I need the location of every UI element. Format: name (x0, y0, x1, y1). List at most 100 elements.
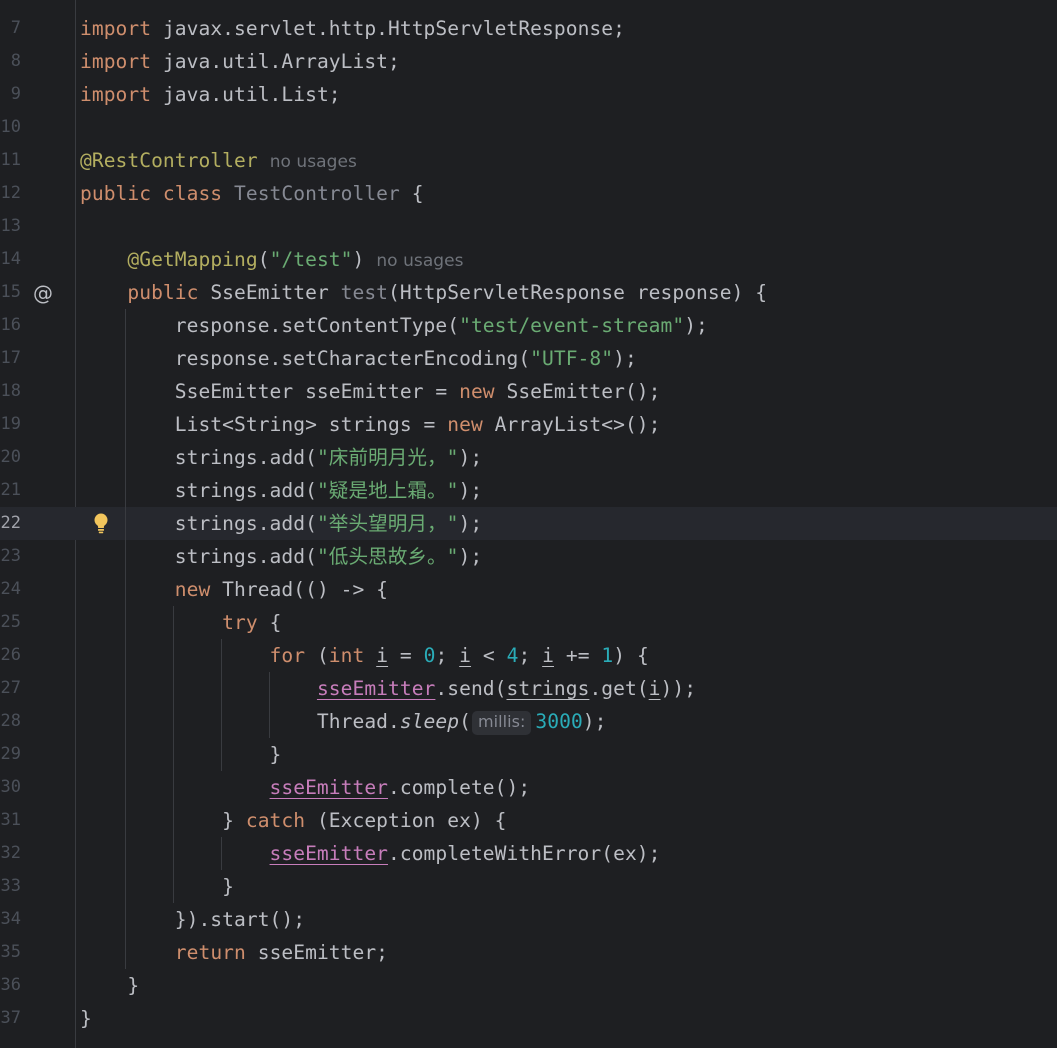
string-token: " (316, 479, 329, 502)
code-line[interactable]: 35 return sseEmitter; (0, 936, 1057, 969)
code-line[interactable]: 25 try { (0, 606, 1057, 639)
annotation-token: @GetMapping (127, 248, 258, 271)
keyword-token: int (328, 644, 365, 667)
code-line[interactable]: 36 } (0, 969, 1057, 1002)
code-line[interactable]: 33 } (0, 870, 1057, 903)
code-text: for (int i = 0; i < 4; i += 1) { (80, 639, 649, 672)
code-token: += (554, 644, 602, 667)
code-token: strings (506, 677, 590, 700)
keyword-token: public (127, 281, 211, 304)
code-line[interactable]: 23 strings.add("低头思故乡。"); (0, 540, 1057, 573)
code-text: }).start(); (80, 903, 305, 936)
code-token: response.setCharacterEncoding( (80, 347, 531, 370)
code-text: SseEmitter sseEmitter = new SseEmitter()… (80, 375, 661, 408)
code-line[interactable]: 15 public SseEmitter test(HttpServletRes… (0, 276, 1057, 309)
code-line[interactable]: 34 }).start(); (0, 903, 1057, 936)
indent-guide (173, 606, 174, 903)
code-line[interactable]: 8 import java.util.ArrayList; (0, 45, 1057, 78)
code-line[interactable]: 16 response.setContentType("test/event-s… (0, 309, 1057, 342)
code-token: SseEmitter(); (494, 380, 661, 403)
code-line[interactable]: 30 sseEmitter.complete(); (0, 771, 1057, 804)
code-line[interactable]: 22 strings.add("举头望明月，"); (0, 507, 1057, 540)
string-token: "UTF-8" (530, 347, 614, 370)
line-number: 8 (10, 51, 21, 71)
code-line[interactable]: 32 sseEmitter.completeWithError(ex); (0, 837, 1057, 870)
line-number: 35 (0, 942, 21, 962)
line-number: 16 (0, 315, 21, 335)
code-line[interactable]: 24 new Thread(() -> { (0, 573, 1057, 606)
code-line[interactable]: 31 } catch (Exception ex) { (0, 804, 1057, 837)
lightbulb-icon[interactable] (89, 511, 113, 535)
code-text: Thread.sleep(millis: 3000); (80, 705, 607, 738)
code-line[interactable]: 7 import javax.servlet.http.HttpServletRe… (0, 12, 1057, 45)
usages-inlay-hint: no usages (376, 251, 464, 271)
code-line[interactable]: 17 response.setCharacterEncoding("UTF-8"… (0, 342, 1057, 375)
code-line[interactable]: 10 (0, 111, 1057, 144)
code-text: public class TestController { (80, 177, 424, 210)
code-token: ( (305, 644, 329, 667)
indent-guide (269, 672, 270, 738)
code-line[interactable]: 11 @RestController no usages (0, 144, 1057, 177)
code-editor[interactable]: 7 import javax.servlet.http.HttpServletRe… (0, 0, 1057, 1048)
code-token: strings.add( (80, 545, 317, 568)
code-text: strings.add("床前明月光，"); (80, 441, 482, 474)
code-text: strings.add("疑是地上霜。"); (80, 474, 482, 507)
line-number: 7 (10, 18, 21, 38)
code-line[interactable]: 18 SseEmitter sseEmitter = new SseEmitte… (0, 375, 1057, 408)
code-token: response.setContentType( (80, 314, 460, 337)
code-token: ; (435, 644, 460, 667)
code-line[interactable]: 12 public class TestController { (0, 177, 1057, 210)
implemented-at-icon[interactable]: @ (31, 276, 55, 309)
code-token: strings.add( (80, 512, 317, 535)
code-line[interactable]: 37} (0, 1002, 1057, 1035)
code-token: ); (613, 347, 637, 370)
code-token: SseEmitter sseEmitter = (80, 380, 460, 403)
number-token: 1 (601, 644, 614, 667)
field-token: sseEmitter (269, 842, 389, 865)
line-number: 10 (0, 117, 21, 137)
code-text: } catch (Exception ex) { (80, 804, 506, 837)
line-number: 23 (0, 546, 21, 566)
code-token: SseEmitter (210, 281, 341, 304)
code-line[interactable]: 27 sseEmitter.send(strings.get(i)); (0, 672, 1057, 705)
code-text: strings.add("举头望明月，"); (80, 507, 482, 540)
code-token: } (80, 743, 282, 766)
code-token: ( (459, 710, 471, 733)
code-line[interactable]: 29 } (0, 738, 1057, 771)
code-line[interactable]: 28 Thread.sleep(millis: 3000); (0, 705, 1057, 738)
line-number: 25 (0, 612, 21, 632)
string-token: " (316, 446, 329, 469)
line-number: 34 (0, 909, 21, 929)
line-number: 9 (10, 84, 21, 104)
code-token: test (340, 281, 389, 304)
code-token: i (648, 677, 661, 700)
code-line[interactable]: 21 strings.add("疑是地上霜。"); (0, 474, 1057, 507)
code-token: ); (458, 479, 483, 502)
code-line[interactable]: 26 for (int i = 0; i < 4; i += 1) { (0, 639, 1057, 672)
usages-inlay-hint: no usages (269, 152, 357, 172)
line-number: 24 (0, 579, 21, 599)
code-line[interactable]: 14 @GetMapping("/test") no usages (0, 243, 1057, 276)
line-number: 29 (0, 744, 21, 764)
code-token: = (388, 644, 424, 667)
code-text: strings.add("低头思故乡。"); (80, 540, 482, 573)
code-line[interactable]: 19 List<String> strings = new ArrayList<… (0, 408, 1057, 441)
code-token: .complete(); (388, 776, 531, 799)
line-number: 18 (0, 381, 21, 401)
code-text: } (80, 1002, 92, 1035)
code-line[interactable]: 13 (0, 210, 1057, 243)
code-token: } (80, 1007, 92, 1030)
code-token: ); (582, 710, 607, 733)
code-token: sleep (399, 710, 460, 733)
code-line[interactable]: 20 strings.add("床前明月光，"); (0, 441, 1057, 474)
string-token: " (446, 512, 459, 535)
code-line[interactable]: 9 import java.util.List; (0, 78, 1057, 111)
keyword-token: new (447, 413, 483, 436)
string-token: 床前明月光， (328, 446, 447, 469)
